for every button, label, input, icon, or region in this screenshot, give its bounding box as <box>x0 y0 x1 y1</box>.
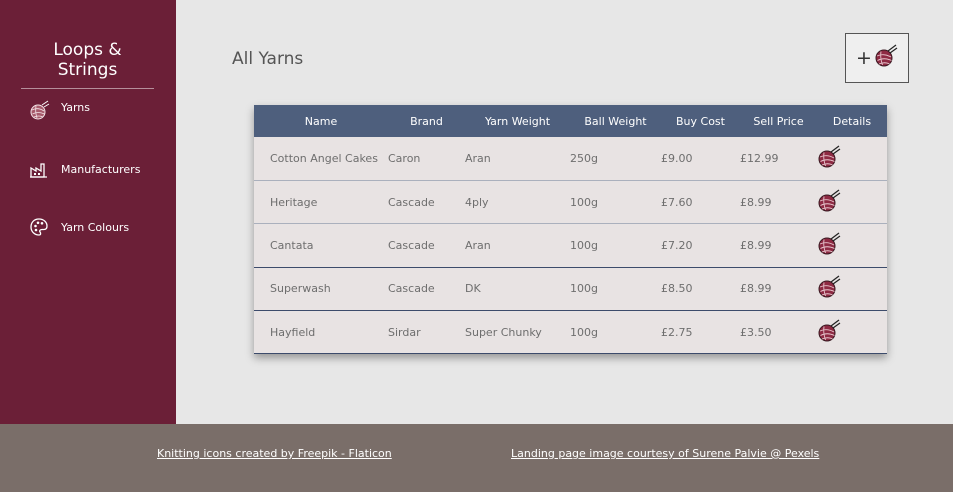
cell-name: Cantata <box>270 238 314 252</box>
cell-name: Cotton Angel Cakes <box>270 151 378 165</box>
add-yarn-button[interactable]: + <box>845 33 909 83</box>
cell-yarn-weight: DK <box>465 282 481 296</box>
cell-sell-price: £8.99 <box>740 282 772 296</box>
cell-name: Heritage <box>270 195 318 209</box>
cell-ball-weight: 100g <box>570 195 598 209</box>
sidebar-item-label: Yarn Colours <box>61 220 130 234</box>
column-header-name[interactable]: Name <box>254 105 388 137</box>
table-row: Heritage Cascade 4ply 100g £7.60 £8.99 <box>254 180 887 224</box>
cell-details <box>817 224 887 267</box>
yarn-details-icon[interactable] <box>817 232 841 256</box>
table-header-row: Name Brand Yarn Weight Ball Weight Buy C… <box>254 105 887 137</box>
cell-sell-price: £8.99 <box>740 238 772 252</box>
column-header-ball-weight[interactable]: Ball Weight <box>570 105 661 137</box>
table-row: Cantata Cascade Aran 100g £7.20 £8.99 <box>254 224 887 268</box>
cell-ball-weight: 100g <box>570 238 598 252</box>
yarn-details-icon[interactable] <box>817 319 841 343</box>
cell-buy-cost: £2.75 <box>661 325 693 339</box>
cell-sell-price: £8.99 <box>740 195 772 209</box>
sidebar-item-label: Manufacturers <box>61 162 141 176</box>
plus-icon: + <box>856 46 872 69</box>
cell-brand: Cascade <box>388 238 435 252</box>
cell-details <box>817 311 887 354</box>
image-credit-link[interactable]: Landing page image courtesy of Surene Pa… <box>511 447 819 460</box>
table-row: Superwash Cascade DK 100g £8.50 £8.99 <box>254 267 887 311</box>
icons-credit-link[interactable]: Knitting icons created by Freepik - Flat… <box>157 447 392 460</box>
sidebar-item-label: Yarns <box>61 100 90 114</box>
column-header-yarn-weight[interactable]: Yarn Weight <box>465 105 570 137</box>
cell-sell-price: £12.99 <box>740 151 779 165</box>
yarns-table: Name Brand Yarn Weight Ball Weight Buy C… <box>254 105 887 355</box>
table-row: Hayfield Sirdar Super Chunky 100g £2.75 £3.50 <box>254 311 887 354</box>
yarn-ball-icon <box>28 99 50 121</box>
cell-ball-weight: 100g <box>570 282 598 296</box>
cell-brand: Sirdar <box>388 325 421 339</box>
cell-buy-cost: £7.60 <box>661 195 693 209</box>
cell-yarn-weight: Aran <box>465 151 491 165</box>
sidebar-item-yarn-colours[interactable]: Yarn Colours <box>28 216 129 238</box>
column-header-buy-cost[interactable]: Buy Cost <box>661 105 740 137</box>
cell-brand: Cascade <box>388 282 435 296</box>
cell-buy-cost: £9.00 <box>661 151 693 165</box>
footer: Knitting icons created by Freepik - Flat… <box>0 424 953 492</box>
cell-yarn-weight: Aran <box>465 238 491 252</box>
cell-details <box>817 180 887 223</box>
sidebar-item-manufacturers[interactable]: Manufacturers <box>28 158 140 180</box>
column-header-details: Details <box>817 105 887 137</box>
cell-buy-cost: £7.20 <box>661 238 693 252</box>
yarn-details-icon[interactable] <box>817 189 841 213</box>
cell-details <box>817 137 887 180</box>
cell-ball-weight: 250g <box>570 151 598 165</box>
yarn-ball-icon <box>874 44 898 72</box>
cell-yarn-weight: Super Chunky <box>465 325 542 339</box>
cell-name: Superwash <box>270 282 331 296</box>
brand-title[interactable]: Loops & Strings <box>21 40 154 89</box>
cell-brand: Caron <box>388 151 421 165</box>
factory-icon <box>28 158 50 180</box>
cell-ball-weight: 100g <box>570 325 598 339</box>
cell-name: Hayfield <box>270 325 316 339</box>
sidebar: Loops & Strings Yarns Manufacturers Yarn… <box>0 0 176 424</box>
page-title: All Yarns <box>232 49 304 69</box>
cell-sell-price: £3.50 <box>740 325 772 339</box>
cell-brand: Cascade <box>388 195 435 209</box>
sidebar-item-yarns[interactable]: Yarns <box>28 99 90 121</box>
yarn-details-icon[interactable] <box>817 275 841 299</box>
cell-buy-cost: £8.50 <box>661 282 693 296</box>
table-row: Cotton Angel Cakes Caron Aran 250g £9.00 £12.… <box>254 137 887 181</box>
column-header-sell-price[interactable]: Sell Price <box>740 105 817 137</box>
cell-yarn-weight: 4ply <box>465 195 489 209</box>
cell-details <box>817 267 887 310</box>
yarn-details-icon[interactable] <box>817 145 841 169</box>
palette-icon <box>28 216 50 238</box>
column-header-brand[interactable]: Brand <box>388 105 465 137</box>
